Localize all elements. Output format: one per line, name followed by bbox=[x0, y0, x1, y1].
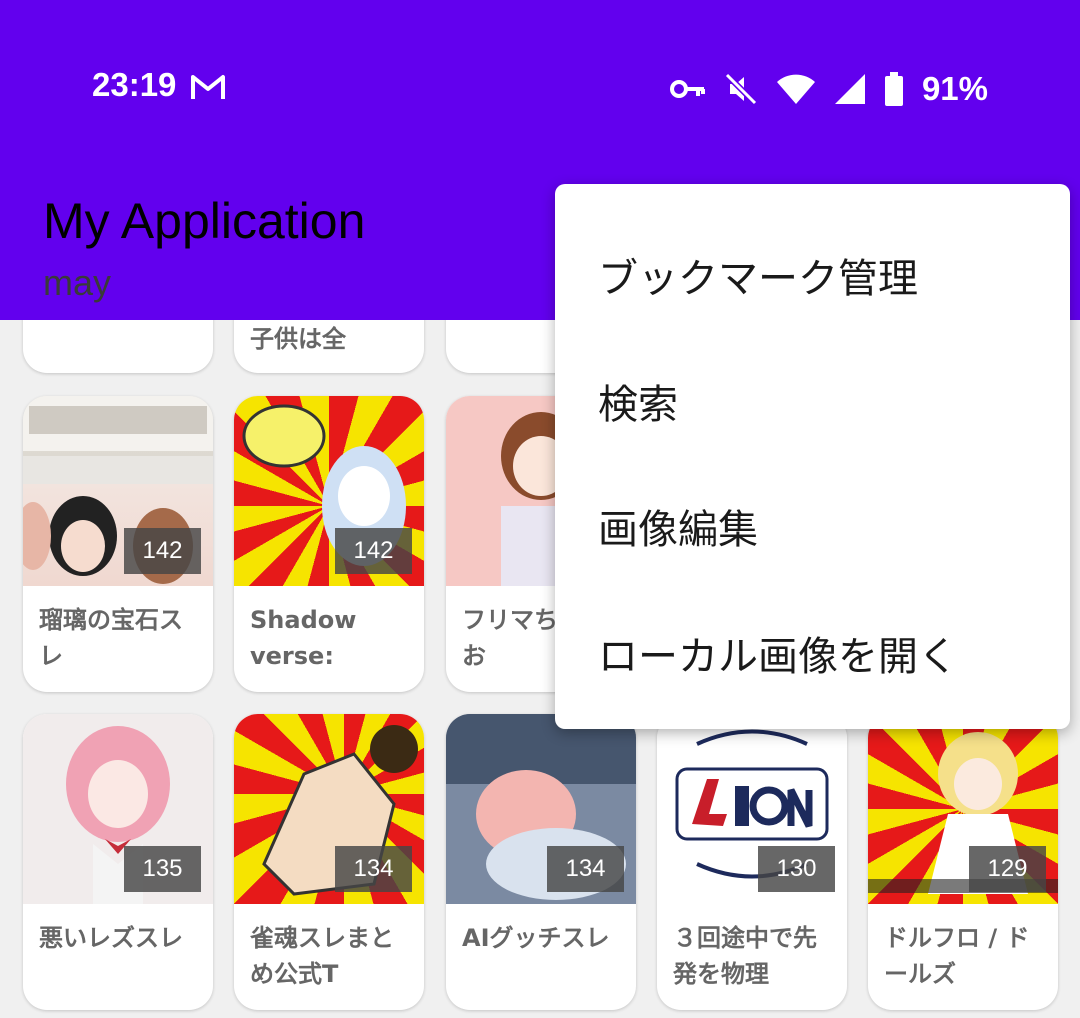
vpn-key-icon bbox=[669, 78, 706, 100]
card-title: Shadow verse: Worl... bbox=[250, 606, 357, 670]
card-title: AIグッチスレ bbox=[462, 924, 610, 952]
mute-icon bbox=[724, 72, 758, 106]
thread-thumbnail: 142 bbox=[234, 396, 424, 586]
thread-thumbnail: 130 bbox=[657, 714, 847, 904]
wifi-icon bbox=[776, 73, 816, 105]
card-title: 雀魂スレまとめ公式T bbox=[250, 924, 394, 988]
thread-card[interactable]: 130 ３回途中で先発を物理 bbox=[657, 714, 847, 1010]
thread-card[interactable]: 129 ドルフロ / ドールズ bbox=[868, 714, 1058, 1010]
menu-item-image-edit[interactable]: 画像編集 bbox=[598, 497, 758, 555]
thread-card[interactable]: 142 瑠璃の宝石スレ bbox=[23, 396, 213, 692]
overflow-menu: ブックマーク管理 検索 画像編集 ローカル画像を開く bbox=[555, 184, 1070, 729]
card-title: ドルフロ / ドールズ bbox=[884, 924, 1030, 988]
app-subtitle: may bbox=[43, 262, 112, 303]
card-title: ３回途中で先発を物理 bbox=[673, 924, 817, 988]
menu-item-open-local-image[interactable]: ローカル画像を開く bbox=[598, 624, 958, 682]
battery-percent: 91% bbox=[921, 70, 988, 107]
thread-thumbnail: 142 bbox=[23, 396, 213, 586]
app-title: My Application bbox=[43, 193, 366, 249]
reply-count-badge: 142 bbox=[335, 528, 412, 574]
thread-card[interactable]: 142 Shadow verse: Worl... bbox=[234, 396, 424, 692]
thread-thumbnail: 135 bbox=[23, 714, 213, 904]
thread-thumbnail: 134 bbox=[234, 714, 424, 904]
status-time: 23:19 bbox=[92, 66, 177, 103]
reply-count-badge: 134 bbox=[547, 846, 624, 892]
thread-card[interactable]: 135 悪いレズスレ bbox=[23, 714, 213, 1010]
cell-signal-icon bbox=[834, 73, 866, 105]
reply-count-badge: 135 bbox=[124, 846, 201, 892]
thread-thumbnail: 129 bbox=[868, 714, 1058, 904]
reply-count-badge: 130 bbox=[758, 846, 835, 892]
thread-card[interactable]: 134 AIグッチスレ bbox=[446, 714, 636, 1010]
reply-count-badge: 142 bbox=[124, 528, 201, 574]
card-title: 悪いレズスレ bbox=[39, 924, 183, 952]
battery-icon bbox=[884, 72, 904, 106]
menu-item-bookmark-manage[interactable]: ブックマーク管理 bbox=[598, 246, 918, 304]
reply-count-badge: 129 bbox=[969, 846, 1046, 892]
status-icons: 91% bbox=[669, 66, 988, 112]
menu-item-search[interactable]: 検索 bbox=[598, 372, 678, 430]
thread-card[interactable]: 134 雀魂スレまとめ公式T bbox=[234, 714, 424, 1010]
reply-count-badge: 134 bbox=[335, 846, 412, 892]
card-title: 瑠璃の宝石スレ bbox=[39, 606, 183, 670]
card-title: 子供は全 bbox=[250, 325, 346, 353]
thread-thumbnail: 134 bbox=[446, 714, 636, 904]
gmail-icon bbox=[191, 75, 225, 99]
